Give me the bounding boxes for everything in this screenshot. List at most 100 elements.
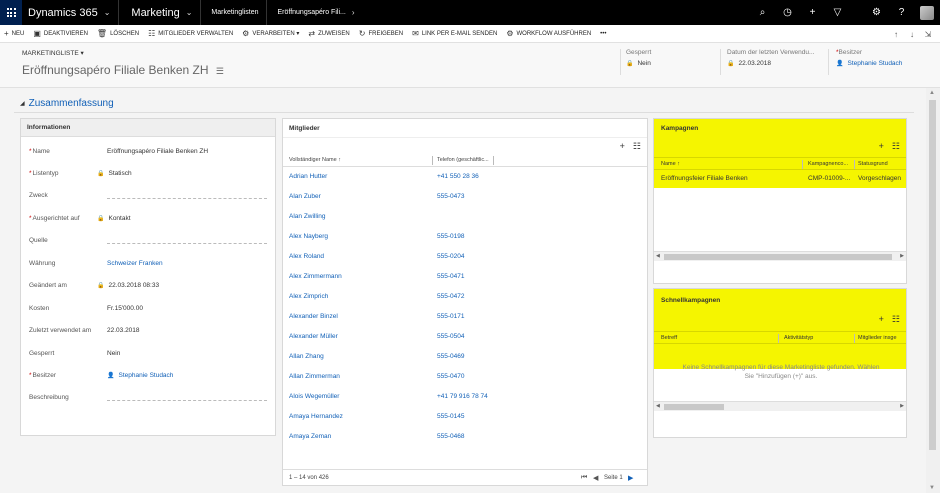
- table-row[interactable]: Alex Nayberg 555-0198: [283, 227, 647, 247]
- currency-link[interactable]: Schweizer Franken: [107, 260, 163, 267]
- member-phone[interactable]: 555-0469: [437, 353, 464, 360]
- column-header-name[interactable]: Name ↑: [661, 161, 680, 167]
- field-currency[interactable]: Währung Schweizer Franken: [27, 258, 273, 272]
- member-name[interactable]: Alexander Binzel: [289, 313, 338, 320]
- table-row[interactable]: Alex Roland 555-0204: [283, 247, 647, 267]
- column-header-phone[interactable]: Telefon (geschäftlic...: [437, 157, 489, 163]
- table-row[interactable]: Allan Zhang 555-0469: [283, 347, 647, 367]
- area-title[interactable]: Marketing: [131, 7, 179, 19]
- brand-title[interactable]: Dynamics 365: [28, 7, 98, 19]
- table-row[interactable]: Amaya Zeman 555-0468: [283, 427, 647, 447]
- column-header-status[interactable]: Statusgrund: [858, 161, 888, 167]
- member-name[interactable]: Allan Zhang: [289, 353, 324, 360]
- member-name[interactable]: Adrian Hutter: [289, 173, 327, 180]
- member-name[interactable]: Alan Zwilling: [289, 213, 326, 220]
- member-phone[interactable]: 555-0204: [437, 253, 464, 260]
- scroll-thumb[interactable]: [929, 100, 936, 450]
- member-name[interactable]: Alex Zimmermann: [289, 273, 342, 280]
- table-row[interactable]: Alexander Müller 555-0504: [283, 327, 647, 347]
- column-header-code[interactable]: Kampagnenco...: [808, 161, 848, 167]
- grid-view-icon[interactable]: ☷: [892, 141, 900, 152]
- manage-members-button[interactable]: ☷ MITGLIEDER VERWALTEN: [148, 29, 233, 38]
- first-page-icon[interactable]: ⏮: [581, 474, 587, 482]
- table-row[interactable]: Amaya Hernandez 555-0145: [283, 407, 647, 427]
- avatar[interactable]: [920, 5, 934, 20]
- column-header-subject[interactable]: Betreff: [661, 335, 677, 341]
- member-name[interactable]: Alex Nayberg: [289, 233, 328, 240]
- member-phone[interactable]: +41 79 916 78 74: [437, 393, 488, 400]
- campaign-name[interactable]: Eröffnungsfeier Filiale Benken: [661, 175, 748, 182]
- scroll-left-icon[interactable]: ◀: [656, 403, 660, 409]
- empty-field-line[interactable]: [107, 400, 267, 401]
- scroll-thumb[interactable]: [664, 404, 724, 410]
- arrow-down-icon[interactable]: ↓: [904, 30, 920, 39]
- run-workflow-button[interactable]: ⚙ WORKFLOW AUSFÜHREN: [506, 29, 591, 38]
- member-phone[interactable]: 555-0472: [437, 293, 464, 300]
- entity-selector[interactable]: MARKETINGLISTE ▾: [22, 49, 84, 57]
- new-button[interactable]: + NEU: [4, 29, 24, 38]
- deactivate-button[interactable]: ▣ DEAKTIVIEREN: [33, 29, 88, 38]
- table-row[interactable]: Alois Wegemüller +41 79 916 78 74: [283, 387, 647, 407]
- column-header-members[interactable]: Mitglieder insge: [858, 335, 897, 341]
- assign-button[interactable]: ⇄ ZUWEISEN: [308, 29, 349, 38]
- next-page-icon[interactable]: ▶: [628, 474, 633, 482]
- previous-page-icon[interactable]: ◀: [593, 474, 598, 482]
- plus-icon[interactable]: +: [620, 141, 625, 152]
- field-locked[interactable]: Gesperrt Nein: [27, 348, 273, 362]
- table-row[interactable]: Alex Zimprich 555-0472: [283, 287, 647, 307]
- member-phone[interactable]: 555-0471: [437, 273, 464, 280]
- member-phone[interactable]: 555-0145: [437, 413, 464, 420]
- owner-link[interactable]: Stephanie Studach: [118, 372, 173, 379]
- horizontal-scrollbar[interactable]: ◀ ▶: [654, 401, 906, 411]
- member-phone[interactable]: 555-0198: [437, 233, 464, 240]
- email-link-button[interactable]: ✉ LINK PER E-MAIL SENDEN: [412, 29, 497, 38]
- campaign-status[interactable]: Vorgeschlagen: [858, 175, 901, 182]
- field-owner[interactable]: *Besitzer 👤 Stephanie Studach: [27, 370, 273, 384]
- table-row[interactable]: Eröffnungsfeier Filiale Benken CMP-01009…: [654, 171, 906, 187]
- scroll-left-icon[interactable]: ◀: [656, 253, 660, 259]
- member-name[interactable]: Alois Wegemüller: [289, 393, 339, 400]
- member-name[interactable]: Alexander Müller: [289, 333, 338, 340]
- plus-icon[interactable]: +: [800, 0, 825, 25]
- member-name[interactable]: Alex Zimprich: [289, 293, 328, 300]
- scroll-right-icon[interactable]: ▶: [900, 403, 904, 409]
- delete-button[interactable]: 🗑 LÖSCHEN: [97, 29, 139, 38]
- chevron-down-icon[interactable]: ⌄: [186, 8, 193, 17]
- field-name[interactable]: *Name Eröffnungsapéro Filiale Benken ZH: [27, 146, 273, 160]
- field-value[interactable]: 22.03.2018: [107, 327, 140, 334]
- page-scrollbar[interactable]: ▲ ▼: [926, 88, 940, 493]
- help-icon[interactable]: ?: [889, 0, 914, 25]
- member-phone[interactable]: 555-0468: [437, 433, 464, 440]
- section-summary[interactable]: ◢ Zusammenfassung: [20, 98, 114, 109]
- member-phone[interactable]: 555-0470: [437, 373, 464, 380]
- filter-icon[interactable]: ▽: [825, 0, 850, 25]
- list-menu-icon[interactable]: ☰: [216, 66, 224, 76]
- field-source[interactable]: Quelle: [27, 235, 273, 249]
- field-description[interactable]: Beschreibung: [27, 392, 273, 406]
- column-header-activity-type[interactable]: Aktivitätstyp: [784, 335, 813, 341]
- owner-link[interactable]: Stephanie Studach: [847, 60, 902, 67]
- field-value[interactable]: Fr.15'000.00: [107, 305, 143, 312]
- history-icon[interactable]: ◷: [775, 0, 800, 25]
- member-name[interactable]: Amaya Zeman: [289, 433, 331, 440]
- arrow-up-icon[interactable]: ↑: [888, 30, 904, 39]
- app-launcher-icon[interactable]: [0, 0, 22, 25]
- process-button[interactable]: ⚙ VERARBEITEN ▾: [242, 29, 299, 38]
- field-value[interactable]: Eröffnungsapéro Filiale Benken ZH: [107, 148, 208, 155]
- horizontal-scrollbar[interactable]: ◀ ▶: [654, 251, 906, 261]
- member-name[interactable]: Allan Zimmerman: [289, 373, 340, 380]
- plus-icon[interactable]: +: [879, 141, 884, 152]
- table-row[interactable]: Alex Zimmermann 555-0471: [283, 267, 647, 287]
- search-icon[interactable]: ⌕: [750, 0, 775, 25]
- collapse-icon[interactable]: ◢: [20, 100, 25, 107]
- empty-field-line[interactable]: [107, 243, 267, 244]
- table-row[interactable]: Alan Zwilling: [283, 207, 647, 227]
- share-button[interactable]: ↻ FREIGEBEN: [359, 29, 403, 38]
- gear-icon[interactable]: ⚙: [864, 0, 889, 25]
- breadcrumb-record[interactable]: Eröffnungsapéro Fili...: [277, 9, 345, 16]
- member-phone[interactable]: 555-0473: [437, 193, 464, 200]
- field-last-used[interactable]: Zuletzt verwendet am 22.03.2018: [27, 325, 273, 339]
- scroll-down-icon[interactable]: ▼: [929, 485, 935, 491]
- column-header-name[interactable]: Vollständiger Name ↑: [289, 157, 341, 163]
- table-row[interactable]: Alan Zuber 555-0473: [283, 187, 647, 207]
